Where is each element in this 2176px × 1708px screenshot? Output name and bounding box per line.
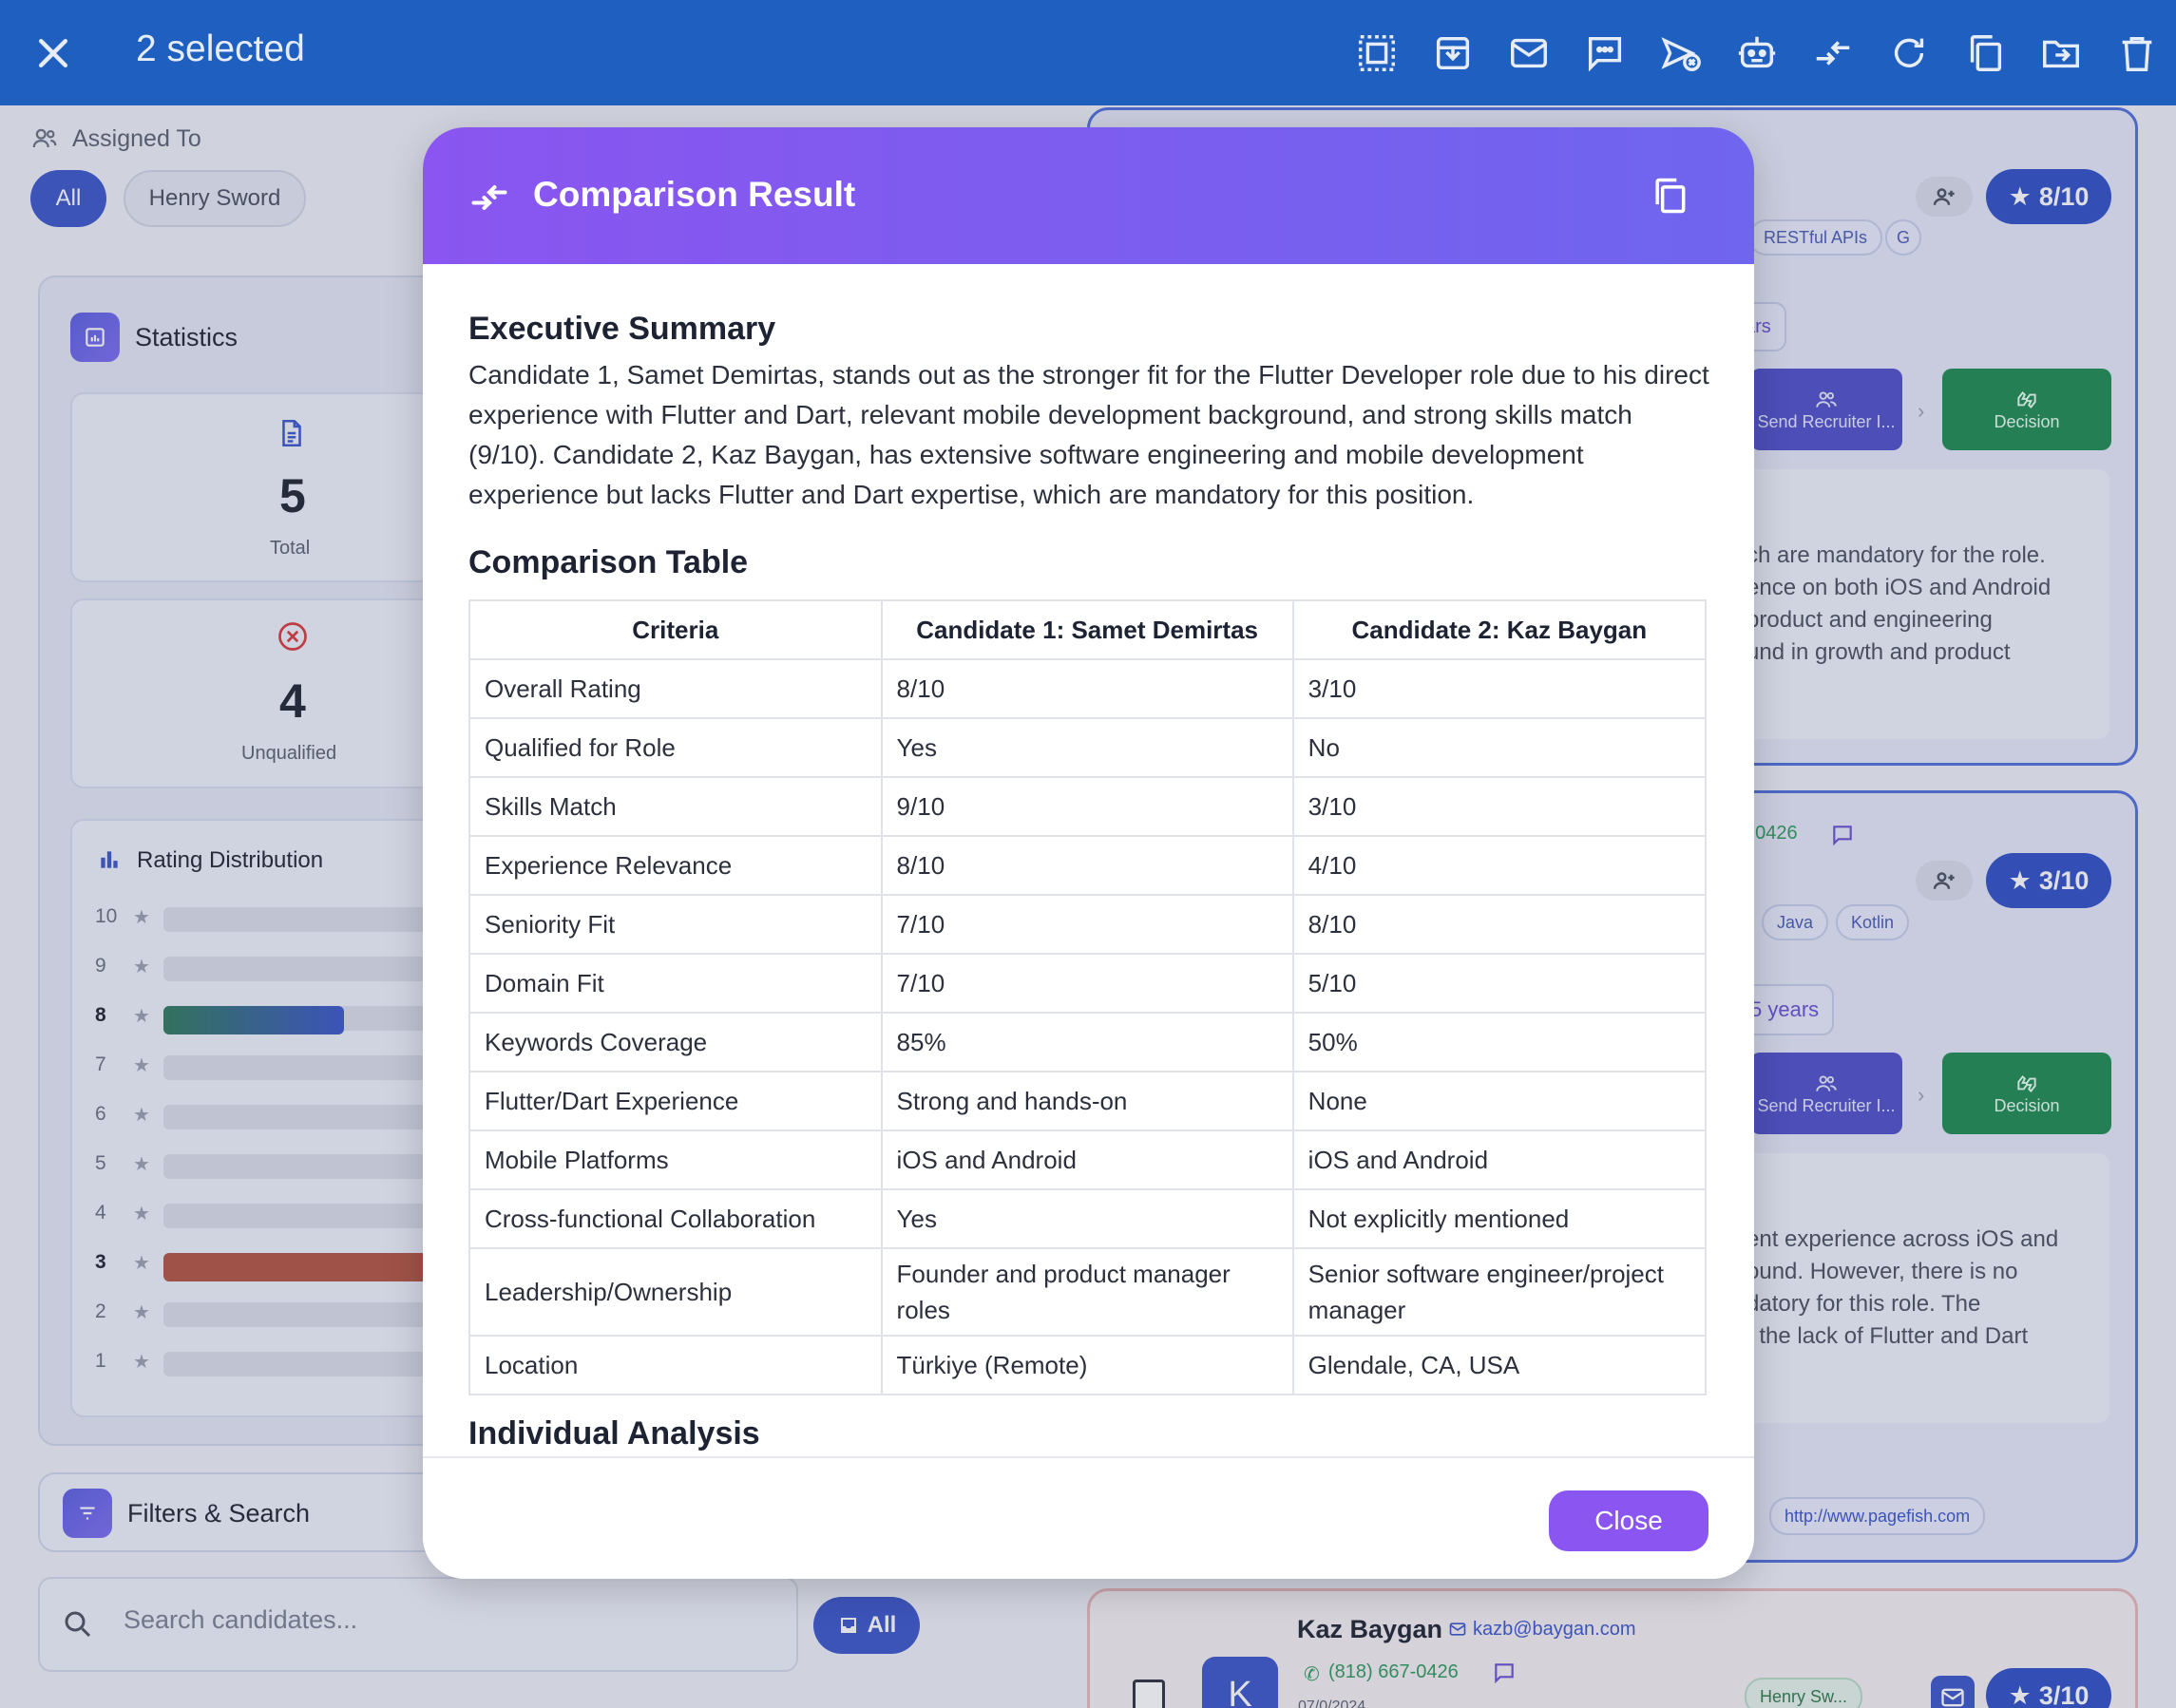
comparison-table: Criteria Candidate 1: Samet Demirtas Can… xyxy=(468,599,1708,1395)
candidate-1-cell: 7/10 xyxy=(880,953,1294,1014)
compare-icon[interactable] xyxy=(1811,31,1855,75)
candidate-1-cell: Strong and hands-on xyxy=(880,1071,1294,1131)
comment-icon[interactable] xyxy=(1583,31,1627,75)
candidate-1-cell: 8/10 xyxy=(880,658,1294,719)
table-row: Location Türkiye (Remote) Glendale, CA, US… xyxy=(468,1335,1708,1395)
table-row: Keywords Coverage 85% 50% xyxy=(468,1012,1708,1072)
table-row: Overall Rating 8/10 3/10 xyxy=(468,658,1708,719)
candidate-2-cell: 5/10 xyxy=(1291,953,1708,1014)
candidate-1-cell: Yes xyxy=(880,1188,1294,1249)
candidate-1-cell: iOS and Android xyxy=(880,1129,1294,1190)
criteria-cell: Seniority Fit xyxy=(468,894,883,955)
table-row: Cross-functional Collaboration Yes Not exp… xyxy=(468,1188,1708,1249)
candidate-2-cell: None xyxy=(1291,1071,1708,1131)
move-to-folder-icon[interactable] xyxy=(2039,31,2083,75)
delete-icon[interactable] xyxy=(2115,31,2159,75)
candidate-2-cell: 3/10 xyxy=(1291,658,1708,719)
candidate-1-cell: Türkiye (Remote) xyxy=(880,1335,1294,1395)
close-button[interactable]: Close xyxy=(1549,1490,1708,1551)
candidate-2-cell: Senior software engineer/project manager xyxy=(1291,1247,1708,1337)
select-all-icon[interactable] xyxy=(1355,31,1399,75)
criteria-cell: Leadership/Ownership xyxy=(468,1247,883,1337)
close-selection-icon[interactable] xyxy=(32,32,74,74)
selection-toolbar: 2 selected xyxy=(0,0,2176,105)
executive-summary-heading: Executive Summary xyxy=(468,311,776,347)
candidate-2-cell: Glendale, CA, USA xyxy=(1291,1335,1708,1395)
column-header: Candidate 1: Samet Demirtas xyxy=(880,599,1294,660)
criteria-cell: Location xyxy=(468,1335,883,1395)
column-header: Criteria xyxy=(468,599,883,660)
table-row: Flutter/Dart Experience Strong and hands-… xyxy=(468,1071,1708,1131)
criteria-cell: Keywords Coverage xyxy=(468,1012,883,1072)
refresh-icon[interactable] xyxy=(1887,31,1931,75)
candidate-2-cell: Not explicitly mentioned xyxy=(1291,1188,1708,1249)
criteria-cell: Cross-functional Collaboration xyxy=(468,1188,883,1249)
mail-icon[interactable] xyxy=(1507,31,1551,75)
unsend-icon[interactable] xyxy=(1659,31,1703,75)
selection-count: 2 selected xyxy=(136,28,305,69)
robot-icon[interactable] xyxy=(1735,31,1779,75)
criteria-cell: Overall Rating xyxy=(468,658,883,719)
criteria-cell: Mobile Platforms xyxy=(468,1129,883,1190)
table-row: Experience Relevance 8/10 4/10 xyxy=(468,835,1708,896)
candidate-2-cell: 4/10 xyxy=(1291,835,1708,896)
candidate-2-cell: No xyxy=(1291,717,1708,778)
compare-icon xyxy=(468,177,510,218)
criteria-cell: Experience Relevance xyxy=(468,835,883,896)
table-row: Skills Match 9/10 3/10 xyxy=(468,776,1708,837)
candidate-1-cell: 8/10 xyxy=(880,835,1294,896)
executive-summary-text: Candidate 1, Samet Demirtas, stands out … xyxy=(468,360,1709,509)
criteria-cell: Skills Match xyxy=(468,776,883,837)
column-header: Candidate 2: Kaz Baygan xyxy=(1291,599,1708,660)
candidate-1-cell: 85% xyxy=(880,1012,1294,1072)
table-header-row: Criteria Candidate 1: Samet Demirtas Can… xyxy=(468,599,1708,660)
candidate-2-cell: 50% xyxy=(1291,1012,1708,1072)
table-row: Leadership/Ownership Founder and product … xyxy=(468,1247,1708,1337)
table-row: Mobile Platforms iOS and Android iOS and A… xyxy=(468,1129,1708,1190)
candidate-1-cell: Founder and product manager roles xyxy=(880,1247,1294,1337)
criteria-cell: Domain Fit xyxy=(468,953,883,1014)
archive-icon[interactable] xyxy=(1431,31,1475,75)
candidate-2-cell: 8/10 xyxy=(1291,894,1708,955)
candidate-1-cell: 7/10 xyxy=(880,894,1294,955)
table-row: Seniority Fit 7/10 8/10 xyxy=(468,894,1708,955)
copy-icon[interactable] xyxy=(1963,31,2007,75)
modal-footer: Close xyxy=(423,1456,1754,1579)
modal-title: Comparison Result xyxy=(533,175,856,214)
candidate-2-cell: 3/10 xyxy=(1291,776,1708,837)
criteria-cell: Qualified for Role xyxy=(468,717,883,778)
criteria-cell: Flutter/Dart Experience xyxy=(468,1071,883,1131)
individual-analysis-heading: Individual Analysis xyxy=(468,1415,760,1452)
comparison-modal: Comparison Result Executive Summary Cand… xyxy=(423,127,1754,1579)
candidate-1-cell: 9/10 xyxy=(880,776,1294,837)
modal-header: Comparison Result xyxy=(423,127,1754,264)
table-row: Domain Fit 7/10 5/10 xyxy=(468,953,1708,1014)
candidate-2-cell: iOS and Android xyxy=(1291,1129,1708,1190)
table-row: Qualified for Role Yes No xyxy=(468,717,1708,778)
comparison-table-heading: Comparison Table xyxy=(468,544,749,580)
copy-result-icon[interactable] xyxy=(1649,175,1690,217)
candidate-1-cell: Yes xyxy=(880,717,1294,778)
